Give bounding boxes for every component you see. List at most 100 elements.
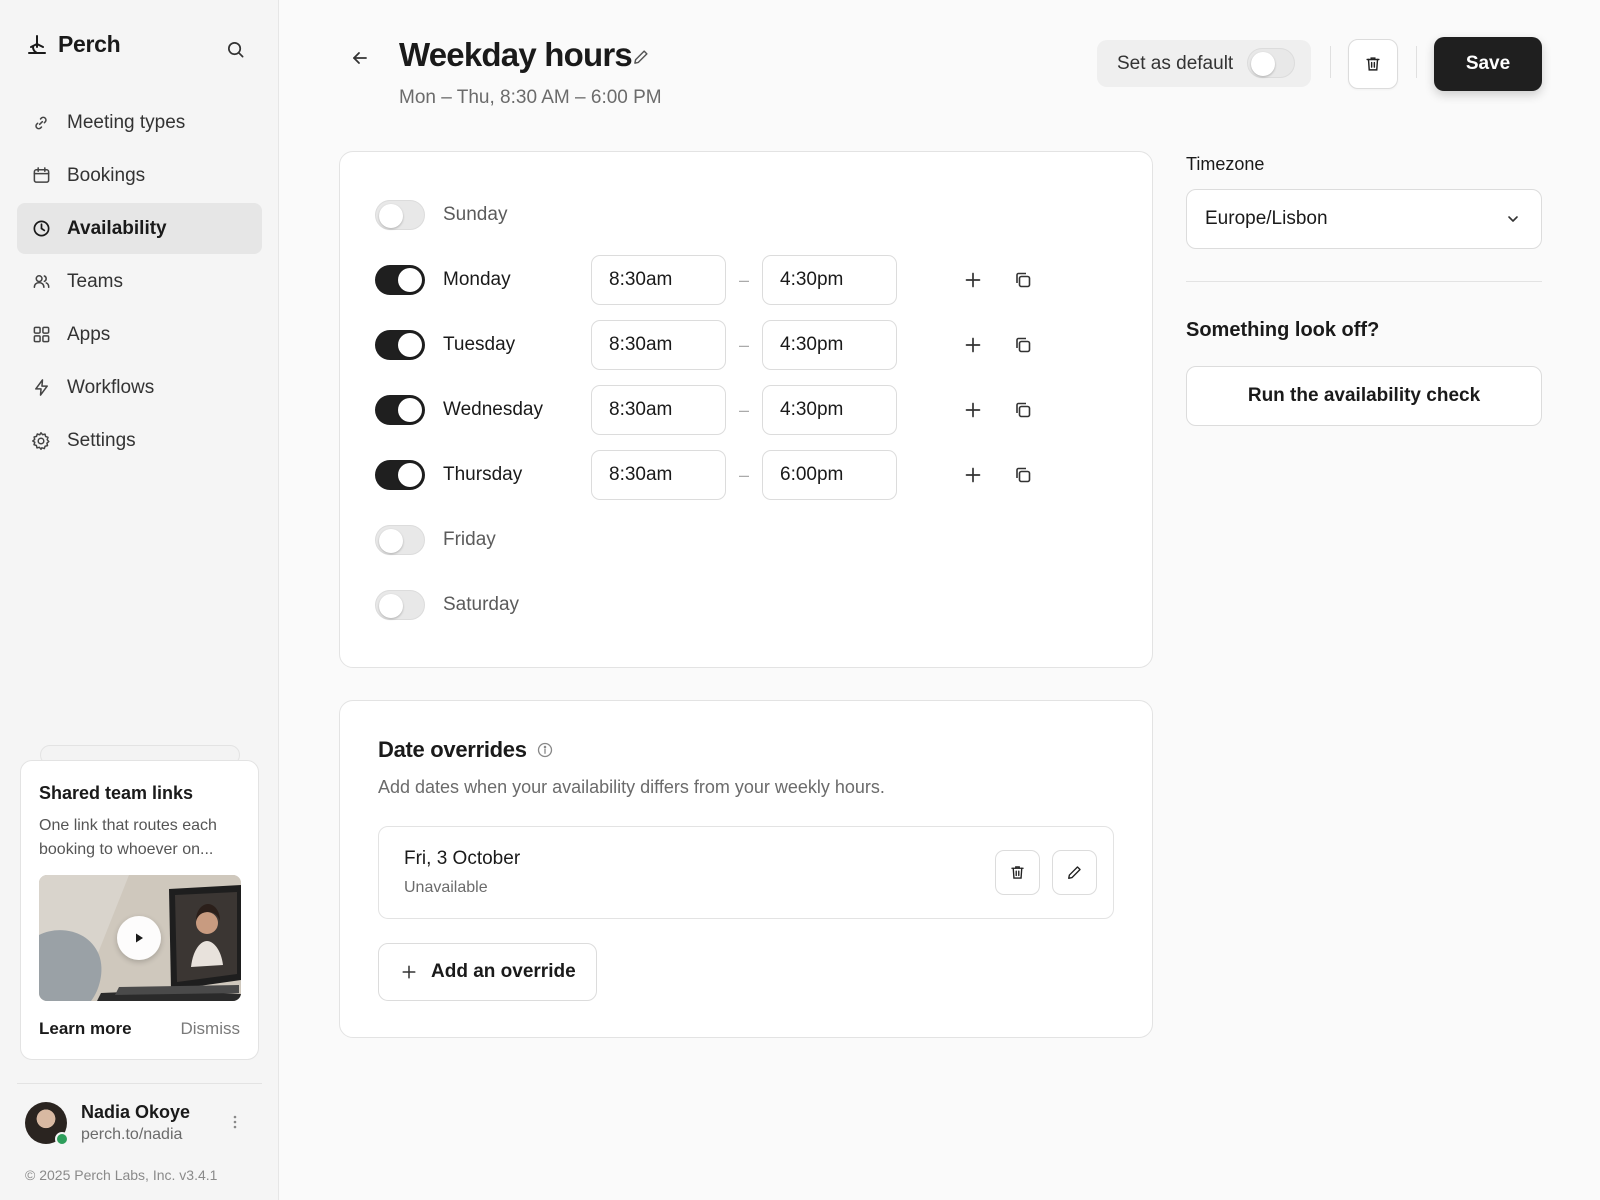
sidebar-item-settings[interactable]: Settings (17, 415, 262, 466)
grid-icon (31, 325, 51, 345)
back-button[interactable] (346, 44, 374, 72)
end-time-input[interactable]: 4:30pm (762, 320, 897, 370)
overrides-heading: Date overrides (378, 737, 553, 763)
copy-times-button[interactable] (1009, 266, 1037, 294)
end-time-input[interactable]: 6:00pm (762, 450, 897, 500)
page-title: Weekday hours (399, 36, 633, 73)
header-divider (1330, 46, 1331, 78)
override-date: Fri, 3 October (404, 848, 521, 869)
override-status: Unavailable (404, 879, 488, 896)
day-row-tuesday: Tuesday 8:30am – 4:30pm (375, 320, 1075, 370)
header-divider (1416, 46, 1417, 78)
add-override-label: Add an override (431, 961, 576, 982)
trash-icon (1364, 55, 1382, 73)
day-row-wednesday: Wednesday 8:30am – 4:30pm (375, 385, 1075, 435)
day-toggle-monday[interactable] (375, 265, 425, 295)
user-profile[interactable]: Nadia Okoye perch.to/nadia (25, 1102, 190, 1146)
day-label: Monday (443, 269, 511, 290)
end-time-input[interactable]: 4:30pm (762, 255, 897, 305)
day-label: Wednesday (443, 399, 543, 420)
availability-check-button[interactable]: Run the availability check (1186, 366, 1542, 426)
toggle-knob (379, 594, 403, 618)
day-toggle-sunday[interactable] (375, 200, 425, 230)
copy-icon (1014, 271, 1032, 289)
start-time-input[interactable]: 8:30am (591, 320, 726, 370)
sidebar-item-availability[interactable]: Availability (17, 203, 262, 254)
more-vertical-icon (232, 1114, 238, 1130)
toggle-knob (398, 333, 422, 357)
timezone-label: Timezone (1186, 154, 1265, 174)
learn-more-link[interactable]: Learn more (39, 1019, 132, 1039)
sidebar-search-button[interactable] (222, 36, 248, 62)
working-hours-card: Sunday Monday 8:30am – 4:30pm Tuesday 8:… (339, 151, 1153, 668)
delete-schedule-button[interactable] (1348, 39, 1398, 89)
add-slot-button[interactable] (959, 396, 987, 424)
copy-icon (1014, 401, 1032, 419)
day-label: Sunday (443, 204, 508, 225)
start-time-input[interactable]: 8:30am (591, 385, 726, 435)
copyright: © 2025 Perch Labs, Inc. v3.4.1 (25, 1167, 218, 1183)
day-row-sunday: Sunday (375, 190, 1075, 240)
clock-icon (31, 219, 51, 239)
time-separator: – (739, 399, 750, 420)
user-menu-button[interactable] (232, 1114, 238, 1130)
toggle-knob (398, 268, 422, 292)
copy-times-button[interactable] (1009, 396, 1037, 424)
save-button[interactable]: Save (1434, 37, 1542, 91)
pencil-icon (1066, 864, 1083, 881)
set-default-toggle[interactable] (1247, 48, 1295, 78)
copy-icon (1014, 336, 1032, 354)
edit-override-button[interactable] (1052, 850, 1097, 895)
add-slot-button[interactable] (959, 266, 987, 294)
dismiss-button[interactable]: Dismiss (181, 1019, 241, 1039)
day-toggle-wednesday[interactable] (375, 395, 425, 425)
promo-video-thumbnail[interactable] (39, 875, 241, 1001)
gear-icon (31, 431, 51, 451)
search-icon (226, 40, 245, 59)
add-slot-button[interactable] (959, 461, 987, 489)
users-icon (31, 272, 51, 292)
online-status-dot (55, 1132, 69, 1146)
day-row-saturday: Saturday (375, 580, 1075, 630)
sidebar-item-workflows[interactable]: Workflows (17, 362, 262, 413)
set-default-label: Set as default (1117, 52, 1234, 74)
time-separator: – (739, 269, 750, 290)
info-icon[interactable] (537, 742, 553, 758)
timezone-select[interactable]: Europe/Lisbon (1186, 189, 1542, 249)
toggle-knob (1251, 52, 1275, 76)
sidebar-item-bookings[interactable]: Bookings (17, 150, 262, 201)
sidebar-divider (17, 1083, 262, 1084)
copy-times-button[interactable] (1009, 461, 1037, 489)
sidebar-item-meeting-types[interactable]: Meeting types (17, 97, 262, 148)
promo-title: Shared team links (39, 783, 194, 803)
plus-icon (964, 466, 982, 484)
overrides-description: Add dates when your availability differs… (378, 777, 885, 797)
play-icon (133, 932, 145, 944)
copy-times-button[interactable] (1009, 331, 1037, 359)
day-toggle-saturday[interactable] (375, 590, 425, 620)
sidebar: Perch Meeting types Bookings Availabilit… (0, 0, 279, 1200)
sidebar-item-label: Bookings (67, 164, 146, 186)
day-row-friday: Friday (375, 515, 1075, 565)
sidebar-item-teams[interactable]: Teams (17, 256, 262, 307)
perch-logo-icon (26, 34, 48, 56)
time-separator: – (739, 464, 750, 485)
add-slot-button[interactable] (959, 331, 987, 359)
plus-icon (401, 964, 417, 980)
play-button[interactable] (117, 916, 161, 960)
link-icon (31, 113, 51, 133)
day-toggle-tuesday[interactable] (375, 330, 425, 360)
day-toggle-friday[interactable] (375, 525, 425, 555)
sidebar-item-apps[interactable]: Apps (17, 309, 262, 360)
end-time-input[interactable]: 4:30pm (762, 385, 897, 435)
start-time-input[interactable]: 8:30am (591, 450, 726, 500)
add-override-button[interactable]: Add an override (378, 943, 597, 1001)
sidebar-item-label: Teams (67, 270, 123, 292)
bolt-icon (31, 378, 51, 398)
day-toggle-thursday[interactable] (375, 460, 425, 490)
edit-title-button[interactable] (632, 48, 650, 66)
brand[interactable]: Perch (26, 31, 121, 58)
time-separator: – (739, 334, 750, 355)
delete-override-button[interactable] (995, 850, 1040, 895)
start-time-input[interactable]: 8:30am (591, 255, 726, 305)
